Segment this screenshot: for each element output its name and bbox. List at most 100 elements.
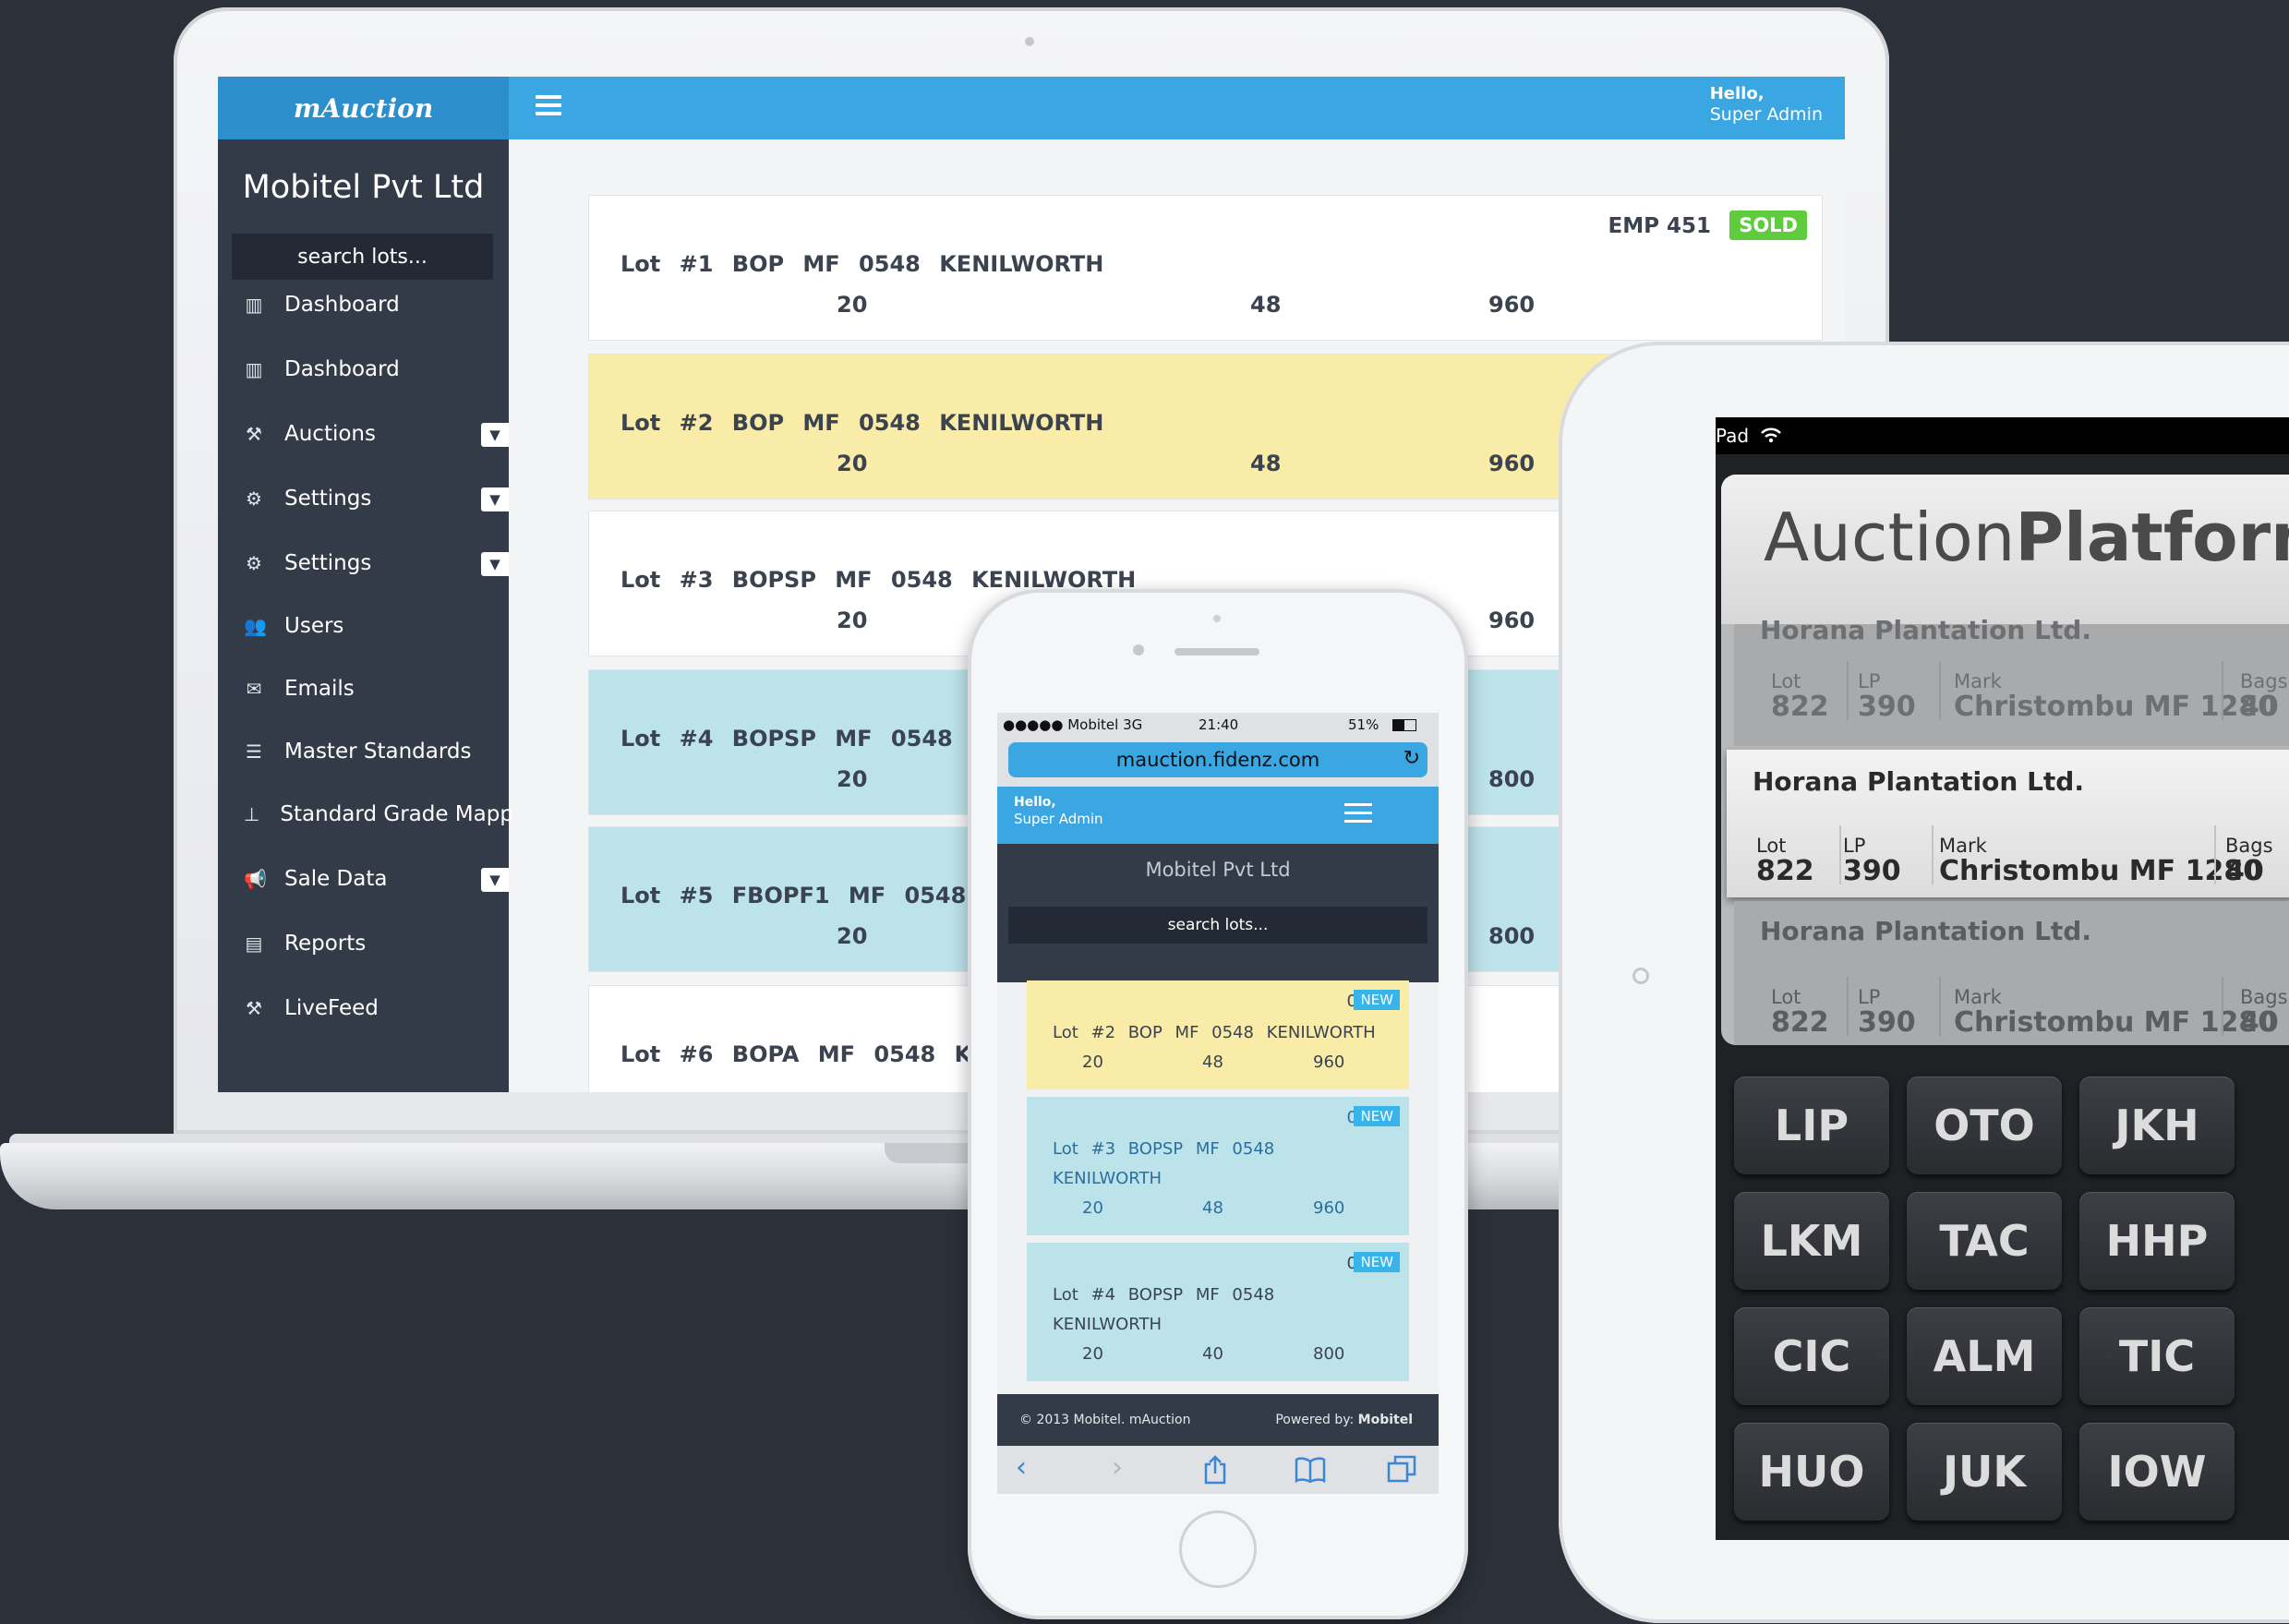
greeting-line1: Hello,	[1709, 84, 1765, 103]
tablet-screen: Pad AuctionPlatform Horana Plantation Lt…	[1716, 417, 2289, 1540]
user-greeting[interactable]: Hello, Super Admin	[1710, 84, 1823, 125]
gavel-icon: ⚒	[246, 997, 262, 1019]
url-bar[interactable]: mauction.fidenz.com ↻	[1008, 742, 1428, 777]
lot-title: Lot #5 FBOPF1 MF 0548 KE	[620, 883, 1018, 908]
sidebar-item-standard-grade-mapp[interactable]: ⊥ Standard Grade Mapp	[218, 791, 513, 837]
column-divider	[2222, 661, 2223, 720]
share-icon[interactable]	[1202, 1455, 1228, 1485]
column-value-bags: 40	[2225, 855, 2264, 887]
sidebar-item-label: LiveFeed	[284, 996, 379, 1020]
company-key-jkh[interactable]: JKH	[2079, 1077, 2235, 1174]
lot-title: Lot #2 BOP MF 0548 KENILWORTH	[620, 410, 1104, 436]
company-key-lip[interactable]: LIP	[1734, 1077, 1889, 1174]
company-key-hhp[interactable]: HHP	[2079, 1192, 2235, 1290]
sidebar-item-master-standards[interactable]: ☰ Master Standards	[218, 728, 509, 775]
sidebar-item-emails[interactable]: ✉ Emails	[218, 666, 509, 712]
chevron-down-icon[interactable]: ▼	[481, 487, 509, 511]
column-label-lot: Lot	[1756, 835, 1787, 857]
company-key-tac[interactable]: TAC	[1907, 1192, 2062, 1290]
envelope-icon: ✉	[246, 678, 262, 700]
company-key-oto[interactable]: OTO	[1907, 1077, 2062, 1174]
phone-lot-title: Lot #2 BOP MF 0548 KENILWORTH	[1053, 1023, 1376, 1042]
sidebar-item-auctions[interactable]: ⚒ Auctions ▼	[218, 411, 509, 457]
phone-lot-value: 48	[1202, 1053, 1223, 1072]
menu-toggle-icon[interactable]	[536, 95, 561, 119]
laptop-camera	[1025, 37, 1034, 46]
column-label-bags: Bags	[2240, 986, 2288, 1008]
column-divider	[1847, 977, 1849, 1036]
column-value-bags: 40	[2240, 691, 2279, 723]
column-label-bags: Bags	[2240, 670, 2288, 692]
carrier: ●●●●● Mobitel 3G	[1003, 716, 1143, 733]
lot-employee: EMP 451	[1608, 214, 1711, 238]
powered-by-label: Powered by:	[1275, 1413, 1355, 1427]
company-key-huo[interactable]: HUO	[1734, 1423, 1889, 1521]
sidebar-item-sale-data[interactable]: 📢 Sale Data ▼	[218, 856, 509, 902]
company-key-cic[interactable]: CIC	[1734, 1307, 1889, 1405]
sidebar-item-dashboard[interactable]: ▥ Dashboard	[218, 282, 509, 328]
company-key-tic[interactable]: TIC	[2079, 1307, 2235, 1405]
bookmarks-icon[interactable]	[1295, 1457, 1326, 1483]
column-label-mark: Mark	[1954, 670, 2002, 692]
lot-value: 800	[1488, 923, 1536, 949]
auction-row[interactable]: Horana Plantation Ltd. Lot 822 LP 390 Mark Chr…	[1734, 901, 2289, 1045]
tablet-status-bar: Pad	[1716, 417, 2289, 454]
lot-title: Lot #1 BOP MF 0548 KENILWORTH	[620, 251, 1104, 277]
phone-screen: ●●●●● Mobitel 3G 21:40 51% mauction.fide…	[997, 713, 1439, 1494]
phone-lot-value: 800	[1313, 1344, 1345, 1364]
lot-value: 48	[1250, 292, 1282, 318]
phone-user-greeting[interactable]: Hello, Super Admin	[1014, 794, 1103, 827]
company-key-iow[interactable]: IOW	[2079, 1423, 2235, 1521]
url-text: mauction.fidenz.com	[1115, 749, 1320, 771]
search-input[interactable]: search lots...	[232, 234, 493, 280]
phone-greeting-line1: Hello,	[1014, 795, 1056, 810]
sidebar-item-label: Dashboard	[284, 293, 400, 317]
phone-menu-icon[interactable]	[1344, 803, 1372, 828]
phone-lot-card[interactable]: 0 NEW Lot #2 BOP MF 0548 KENILWORTH 20 48 960	[1027, 980, 1409, 1089]
column-value-bags: 40	[2240, 1006, 2279, 1039]
sidebar-item-users[interactable]: 👥 Users	[218, 603, 509, 649]
lot-value: 960	[1488, 451, 1536, 476]
lot-value: 20	[837, 607, 868, 633]
phone-search-input[interactable]: search lots...	[1008, 907, 1428, 944]
chevron-down-icon[interactable]: ▼	[481, 423, 509, 447]
tabs-icon[interactable]	[1387, 1455, 1416, 1483]
company-key-juk[interactable]: JUK	[1907, 1423, 2062, 1521]
forward-icon[interactable]: ›	[1112, 1451, 1123, 1484]
sidebar-item-settings[interactable]: ⚙ Settings ▼	[218, 540, 509, 586]
database-icon: ☰	[246, 740, 262, 763]
reload-icon[interactable]: ↻	[1404, 747, 1420, 770]
logo-bold: Platform	[2015, 499, 2289, 576]
back-icon[interactable]: ‹	[1016, 1451, 1027, 1484]
sitemap-icon: ⊥	[244, 803, 260, 825]
sidebar-item-reports[interactable]: ▤ Reports	[218, 920, 509, 967]
phone-lot-title: Lot #4 BOPSP MF 0548	[1053, 1285, 1275, 1305]
chevron-down-icon[interactable]: ▼	[481, 552, 509, 576]
column-value-lp: 390	[1858, 691, 1916, 723]
sidebar-item-settings[interactable]: ⚙ Settings ▼	[218, 475, 509, 522]
lot-card[interactable]: Lot #1 BOP MF 0548 KENILWORTH 20 48 960 EMP …	[588, 195, 1823, 341]
phone-home-button[interactable]	[1179, 1510, 1257, 1588]
battery-icon	[1392, 719, 1416, 731]
brand-logo[interactable]: mAuction	[218, 77, 509, 139]
phone-lot-title: Lot #3 BOPSP MF 0548	[1053, 1139, 1275, 1159]
company-key-lkm[interactable]: LKM	[1734, 1192, 1889, 1290]
phone-lot-card[interactable]: 0 NEW Lot #4 BOPSP MF 0548 KENILWORTH 20 40 80…	[1027, 1243, 1409, 1381]
browser-address-area: mauction.fidenz.com ↻	[997, 737, 1439, 787]
column-label-lp: LP	[1843, 835, 1866, 857]
device-label: Pad	[1716, 425, 1750, 447]
sidebar-item-label: Users	[284, 614, 344, 638]
lot-value: 20	[837, 923, 868, 949]
chevron-down-icon[interactable]: ▼	[481, 868, 509, 892]
sidebar-item-dashboard[interactable]: ▥ Dashboard	[218, 346, 509, 392]
company-key-alm[interactable]: ALM	[1907, 1307, 2062, 1405]
sidebar-item-label: Settings	[284, 487, 372, 511]
column-label-lp: LP	[1858, 986, 1881, 1008]
bar-chart-icon: ▥	[245, 358, 263, 380]
auction-row[interactable]: Horana Plantation Ltd. Lot 822 LP 390 Mark Chr…	[1734, 615, 2289, 746]
auction-row[interactable]: Horana Plantation Ltd. Lot 822 LP 390 Mark Chr…	[1727, 750, 2289, 897]
sidebar-item-label: Reports	[284, 932, 367, 956]
phone-lot-value: 20	[1082, 1198, 1103, 1218]
phone-lot-card[interactable]: 0 NEW Lot #3 BOPSP MF 0548 KENILWORTH 20 48 96…	[1027, 1097, 1409, 1235]
sidebar-item-livefeed[interactable]: ⚒ LiveFeed	[218, 985, 509, 1031]
